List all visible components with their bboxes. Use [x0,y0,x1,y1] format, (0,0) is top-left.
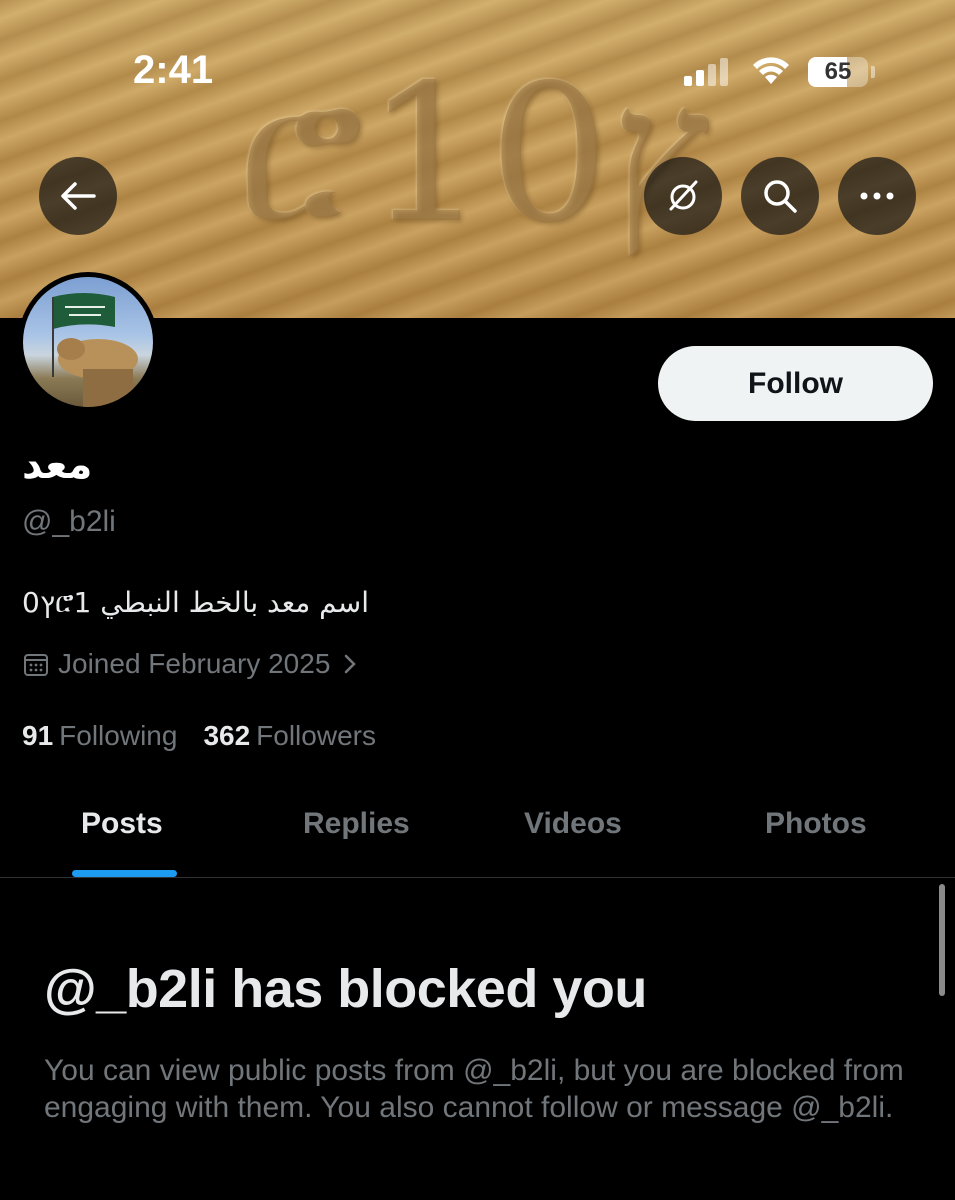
battery-indicator: 65 [808,57,868,87]
avatar[interactable] [18,272,158,412]
tab-videos[interactable]: Videos [524,807,622,841]
cellular-signal-icon [684,58,732,91]
following-label: Following [59,720,178,751]
followers-label: Followers [256,720,376,751]
joined-date-row[interactable]: Joined February 2025 [22,648,368,680]
tab-posts[interactable]: Posts [81,807,163,841]
username-handle: @_b2li [22,505,116,538]
follow-stats: 91 Following 362 Followers [22,720,402,752]
following-stat[interactable]: 91 Following [22,720,177,752]
profile-bio: اسم معد بالخط النبطي ሮ1ץ0 [22,586,370,619]
blocked-title: @_b2li has blocked you [44,959,647,1019]
display-name: معد [22,442,93,488]
grok-icon [669,180,698,211]
arrow-left-icon [61,182,96,210]
active-tab-indicator [72,870,177,877]
more-options-button[interactable] [838,157,916,235]
chevron-right-icon [345,654,357,674]
following-count: 91 [22,720,54,751]
wifi-icon [752,56,790,91]
profile-tabs: Posts Replies Videos Photos [0,790,955,878]
calendar-icon [24,654,48,676]
battery-level-text: 65 [824,58,852,85]
followers-count: 362 [203,720,251,751]
blocked-message: You can view public posts from @_b2li, b… [44,1054,904,1124]
search-icon [764,180,797,213]
search-button[interactable] [741,157,819,235]
tab-photos[interactable]: Photos [765,807,867,841]
joined-date-text: Joined February 2025 [58,648,331,679]
grok-button[interactable] [644,157,722,235]
ellipsis-icon [860,192,894,200]
scrollbar[interactable] [939,884,945,996]
back-button[interactable] [39,157,117,235]
avatar-image [23,277,153,407]
battery-nub [871,66,875,78]
status-time: 2:41 [133,48,214,92]
banner-art-text: ሮ1ץ0 [238,44,713,265]
tab-replies[interactable]: Replies [303,807,410,841]
follow-button[interactable]: Follow [658,346,933,421]
followers-stat[interactable]: 362 Followers [203,720,376,752]
